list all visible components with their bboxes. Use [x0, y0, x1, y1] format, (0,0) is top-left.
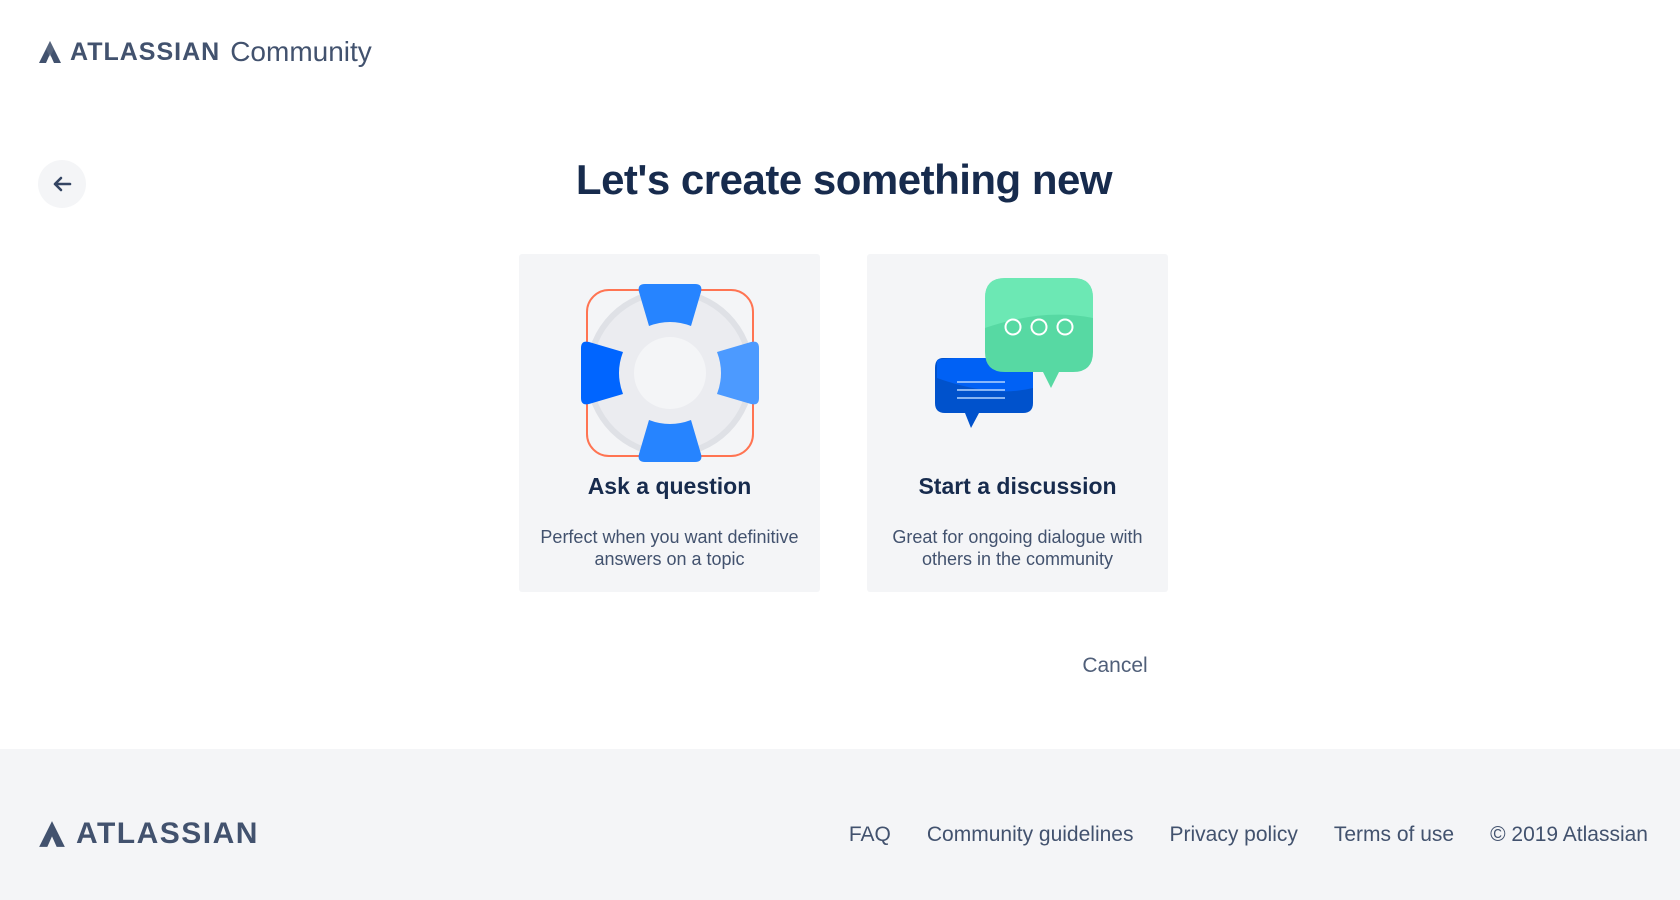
- footer-logo[interactable]: ATLASSIAN: [38, 817, 259, 851]
- footer-link-privacy-policy[interactable]: Privacy policy: [1169, 823, 1297, 847]
- footer-link-community-guidelines[interactable]: Community guidelines: [927, 823, 1134, 847]
- atlassian-logo-icon: [39, 821, 65, 847]
- atlassian-logo-icon: [39, 41, 61, 63]
- cancel-button[interactable]: Cancel: [1060, 648, 1170, 684]
- chat-bubbles-icon: [934, 278, 1093, 428]
- footer-links: FAQ Community guidelines Privacy policy …: [849, 823, 1648, 847]
- lifebuoy-icon: [580, 284, 759, 462]
- footer-link-faq[interactable]: FAQ: [849, 823, 891, 847]
- header-logo[interactable]: ATLASSIAN Community: [38, 34, 372, 70]
- brand-name: ATLASSIAN: [70, 37, 221, 66]
- start-discussion-title: Start a discussion: [918, 473, 1117, 499]
- footer-link-terms-of-use[interactable]: Terms of use: [1334, 823, 1454, 847]
- start-discussion-description: Great for ongoing dialogue with others i…: [892, 527, 1143, 569]
- ask-question-card[interactable]: Ask a question Perfect when you want def…: [519, 254, 820, 592]
- start-discussion-card[interactable]: Start a discussion Great for ongoing dia…: [867, 254, 1168, 592]
- footer-brand-name: ATLASSIAN: [76, 817, 259, 850]
- page-title: Let's create something new: [575, 156, 1113, 203]
- copyright: © 2019 Atlassian: [1490, 823, 1648, 846]
- footer: ATLASSIAN FAQ Community guidelines Priva…: [0, 749, 1680, 900]
- ask-question-description: Perfect when you want definitive answers…: [540, 527, 799, 569]
- product-name: Community: [230, 36, 372, 67]
- ask-question-title: Ask a question: [587, 473, 752, 499]
